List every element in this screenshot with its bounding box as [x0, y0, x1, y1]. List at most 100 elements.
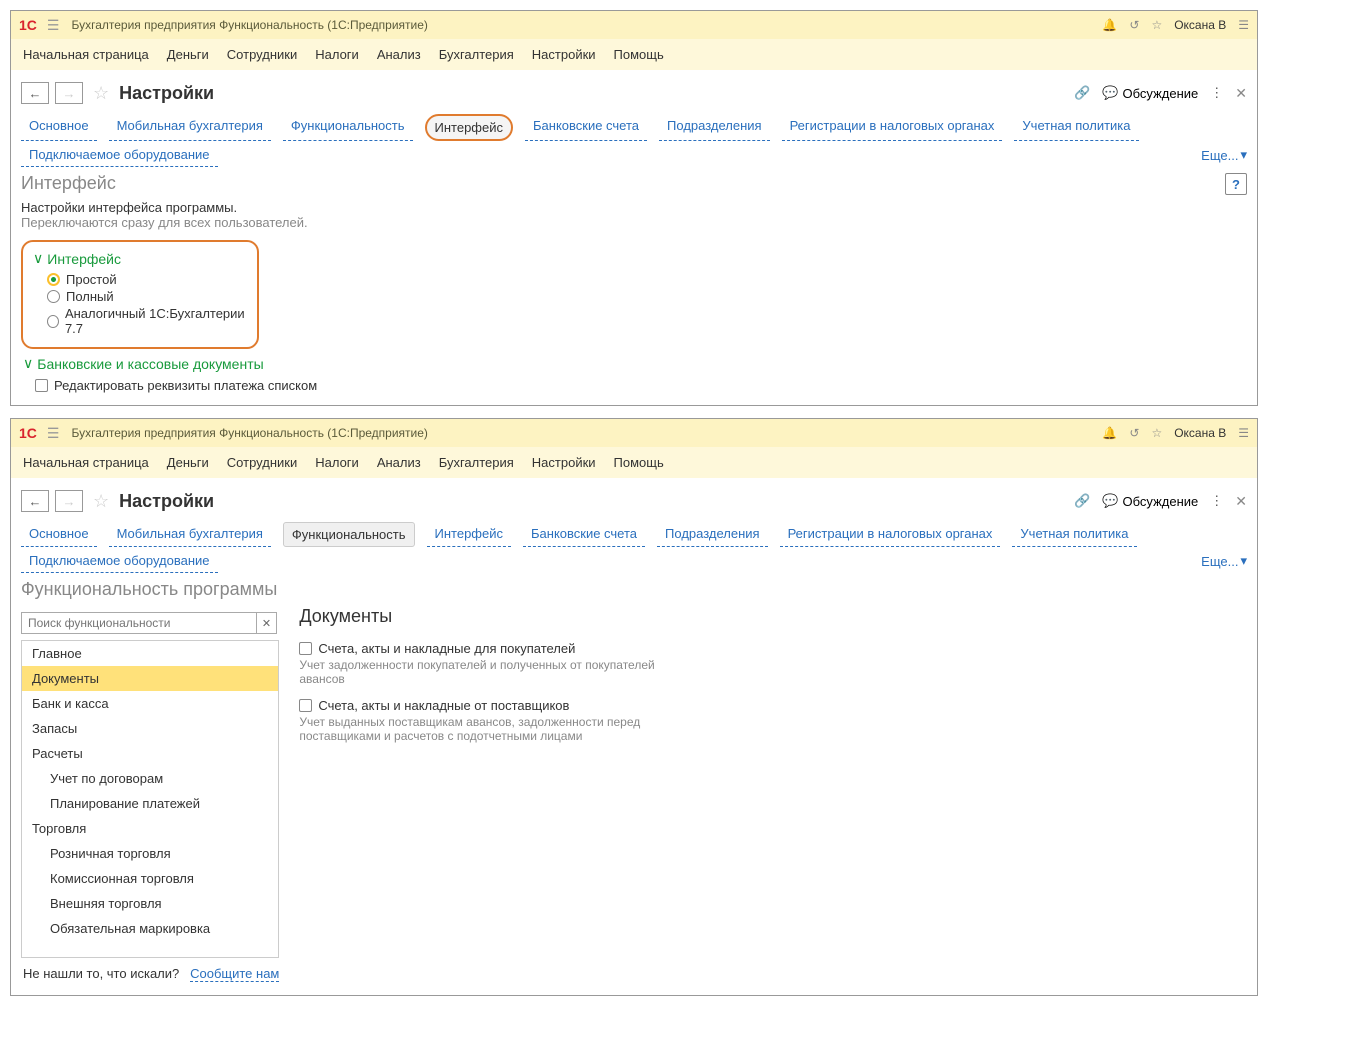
menu-item[interactable]: Помощь: [614, 455, 664, 470]
history-icon[interactable]: ↺: [1129, 18, 1139, 32]
radio-compat[interactable]: Аналогичный 1С:Бухгалтерии 7.7: [33, 305, 247, 337]
star-icon[interactable]: ☆: [1151, 426, 1162, 440]
panel-icon[interactable]: ☰: [1238, 426, 1249, 440]
tree-subitem[interactable]: Комиссионная торговля: [22, 866, 278, 891]
tab-link[interactable]: Интерфейс: [427, 522, 511, 547]
menu-item[interactable]: Сотрудники: [227, 455, 297, 470]
menu-item[interactable]: Налоги: [315, 47, 359, 62]
tree-subitem[interactable]: Учет по договорам: [22, 766, 278, 791]
tab-link[interactable]: Регистрации в налоговых органах: [780, 522, 1001, 547]
right-column: Документы Счета, акты и накладные для по…: [299, 606, 679, 753]
search-input[interactable]: [21, 612, 257, 634]
tab-link[interactable]: Мобильная бухгалтерия: [109, 522, 271, 547]
tab-link[interactable]: Учетная политика: [1014, 114, 1138, 141]
section-desc-1: Настройки интерфейса программы.: [21, 200, 1247, 215]
tab-link[interactable]: Функциональность: [283, 114, 413, 141]
help-button[interactable]: ?: [1225, 173, 1247, 195]
link-icon[interactable]: 🔗: [1074, 493, 1090, 509]
category-tree[interactable]: Главное Документы Банк и касса Запасы Ра…: [21, 640, 279, 958]
tab-link[interactable]: Подключаемое оборудование: [21, 549, 218, 573]
close-icon[interactable]: ✕: [1235, 85, 1247, 102]
checkbox-edit-requisites[interactable]: Редактировать реквизиты платежа списком: [21, 376, 1247, 395]
bell-icon[interactable]: 🔔: [1102, 426, 1117, 440]
tab-link-active[interactable]: Функциональность: [283, 522, 415, 547]
link-icon[interactable]: 🔗: [1074, 85, 1090, 101]
discuss-label: Обсуждение: [1123, 494, 1199, 509]
menu-item[interactable]: Сотрудники: [227, 47, 297, 62]
user-name[interactable]: Оксана В: [1174, 426, 1226, 440]
tree-item[interactable]: Расчеты: [22, 741, 278, 766]
menu-item[interactable]: Помощь: [614, 47, 664, 62]
menu-item[interactable]: Настройки: [532, 47, 596, 62]
kebab-icon[interactable]: ⋮: [1210, 493, 1223, 509]
menu-item[interactable]: Начальная страница: [23, 455, 149, 470]
menu-item[interactable]: Налоги: [315, 455, 359, 470]
menu-item[interactable]: Деньги: [167, 455, 209, 470]
favorite-star-icon[interactable]: ☆: [93, 83, 109, 104]
tree-subitem[interactable]: Обязательная маркировка: [22, 916, 278, 941]
close-icon[interactable]: ✕: [1235, 493, 1247, 510]
checkbox-suppliers-docs[interactable]: Счета, акты и накладные от поставщиков: [299, 696, 679, 715]
checkbox-buyers-docs[interactable]: Счета, акты и накладные для покупателей: [299, 639, 679, 658]
kebab-icon[interactable]: ⋮: [1210, 85, 1223, 101]
radio-full[interactable]: Полный: [33, 288, 247, 305]
tab-link[interactable]: Регистрации в налоговых органах: [782, 114, 1003, 141]
tree-item-selected[interactable]: Документы: [22, 666, 278, 691]
radio-simple[interactable]: Простой: [33, 271, 247, 288]
section-heading: Функциональность программы: [21, 579, 1247, 600]
tab-link[interactable]: Подразделения: [657, 522, 768, 547]
tree-item[interactable]: Торговля: [22, 816, 278, 841]
history-icon[interactable]: ↺: [1129, 426, 1139, 440]
more-label: Еще...: [1201, 554, 1238, 569]
tab-link[interactable]: Подключаемое оборудование: [21, 143, 218, 167]
nav-fwd-button[interactable]: →: [55, 82, 83, 104]
tab-link[interactable]: Мобильная бухгалтерия: [109, 114, 271, 141]
user-name[interactable]: Оксана В: [1174, 18, 1226, 32]
tab-link[interactable]: Основное: [21, 522, 97, 547]
discuss-button[interactable]: 💬Обсуждение: [1102, 493, 1198, 509]
tree-subitem[interactable]: Розничная торговля: [22, 841, 278, 866]
menu-item[interactable]: Анализ: [377, 47, 421, 62]
option-label: Счета, акты и накладные от поставщиков: [318, 698, 569, 713]
section-heading: Интерфейс: [21, 173, 1247, 194]
chat-icon: 💬: [1102, 85, 1118, 101]
menu-item[interactable]: Анализ: [377, 455, 421, 470]
tree-item[interactable]: Запасы: [22, 716, 278, 741]
search-clear-button[interactable]: ✕: [257, 612, 277, 634]
main-menu: Начальная страница Деньги Сотрудники Нал…: [11, 447, 1257, 478]
favorite-star-icon[interactable]: ☆: [93, 491, 109, 512]
tab-link[interactable]: Основное: [21, 114, 97, 141]
nav-back-button[interactable]: ←: [21, 82, 49, 104]
discuss-button[interactable]: 💬Обсуждение: [1102, 85, 1198, 101]
burger-icon[interactable]: ☰: [47, 425, 60, 442]
tabs-more[interactable]: Еще... ▾: [1201, 549, 1247, 573]
tab-link[interactable]: Подразделения: [659, 114, 770, 141]
tab-link[interactable]: Банковские счета: [525, 114, 647, 141]
bell-icon[interactable]: 🔔: [1102, 18, 1117, 32]
tree-item[interactable]: Банк и касса: [22, 691, 278, 716]
page-title: Настройки: [119, 83, 214, 104]
menu-item[interactable]: Начальная страница: [23, 47, 149, 62]
section-desc-2: Переключаются сразу для всех пользовател…: [21, 215, 1247, 230]
tree-subitem[interactable]: Внешняя торговля: [22, 891, 278, 916]
tab-link[interactable]: Учетная политика: [1012, 522, 1136, 547]
menu-item[interactable]: Деньги: [167, 47, 209, 62]
group-toggle-bank[interactable]: ∨Банковские и кассовые документы: [23, 355, 1247, 372]
tab-link-active[interactable]: Интерфейс: [425, 114, 513, 141]
panel-icon[interactable]: ☰: [1238, 18, 1249, 32]
tree-subitem[interactable]: Планирование платежей: [22, 791, 278, 816]
menu-item[interactable]: Бухгалтерия: [439, 47, 514, 62]
burger-icon[interactable]: ☰: [47, 17, 60, 34]
tree-item[interactable]: Главное: [22, 641, 278, 666]
nav-fwd-button[interactable]: →: [55, 490, 83, 512]
footer-link[interactable]: Сообщите нам: [190, 966, 279, 982]
group-label: Банковские и кассовые документы: [37, 356, 263, 372]
menu-item[interactable]: Настройки: [532, 455, 596, 470]
tab-link[interactable]: Банковские счета: [523, 522, 645, 547]
tabs-more[interactable]: Еще... ▾: [1201, 143, 1247, 167]
group-toggle-interface[interactable]: ∨Интерфейс: [33, 250, 247, 267]
app-title: Бухгалтерия предприятия Функциональность…: [71, 426, 1102, 440]
nav-back-button[interactable]: ←: [21, 490, 49, 512]
menu-item[interactable]: Бухгалтерия: [439, 455, 514, 470]
star-icon[interactable]: ☆: [1151, 18, 1162, 32]
